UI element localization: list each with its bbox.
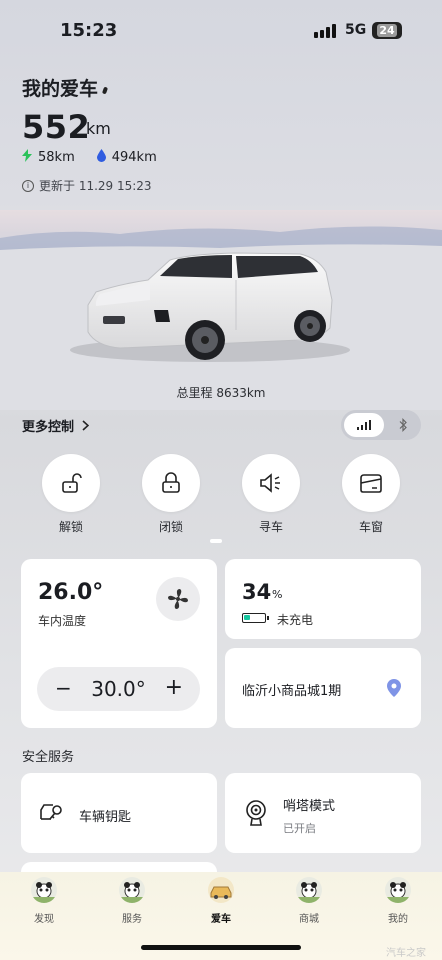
fuel-drop-icon — [96, 149, 106, 165]
unlock-button[interactable] — [42, 454, 100, 512]
battery-icon: 24 — [372, 22, 402, 39]
panda-avatar-icon — [31, 877, 57, 903]
car-image[interactable] — [0, 210, 442, 410]
tab-label: 我的 — [388, 914, 408, 925]
info-icon: i — [22, 179, 34, 192]
tab-my-car[interactable]: 爱车 — [191, 877, 251, 925]
lock-button[interactable] — [142, 454, 200, 512]
panda-avatar-icon — [385, 877, 411, 903]
tab-discover[interactable]: 发现 — [14, 877, 74, 925]
range-breakdown: 58km 494km — [22, 149, 157, 165]
more-controls-link[interactable]: 更多控制 — [22, 416, 90, 435]
network-type: 5G — [345, 22, 367, 38]
tab-profile[interactable]: 我的 — [368, 877, 428, 925]
unlock-icon — [62, 473, 82, 493]
bolt-icon — [22, 149, 32, 165]
cellular-icon[interactable] — [344, 413, 384, 437]
car-tab-icon — [208, 877, 234, 903]
signal-icon — [314, 24, 336, 38]
fuel-range: 494km — [111, 149, 157, 165]
tab-label: 服务 — [122, 914, 142, 925]
car-key-icon — [40, 804, 62, 820]
title-dot — [101, 86, 109, 95]
increase-temperature-button[interactable]: + — [165, 675, 183, 700]
tab-label: 商城 — [299, 914, 319, 925]
update-time: i 更新于 11.29 15:23 — [22, 177, 152, 194]
battery-fill — [244, 615, 250, 620]
find-car-button[interactable] — [242, 454, 300, 512]
page-title: 我的爱车 — [22, 78, 99, 100]
range-value: 552 — [22, 108, 91, 146]
battery-percent: 34 — [242, 580, 272, 604]
window-label: 车窗 — [358, 520, 383, 534]
panda-avatar-icon — [296, 877, 322, 903]
lock-icon — [162, 472, 180, 493]
fan-icon — [168, 589, 188, 609]
status-time: 15:23 — [60, 20, 118, 41]
unlock-label: 解锁 — [58, 520, 83, 534]
home-indicator[interactable] — [141, 945, 301, 950]
window-button[interactable] — [342, 454, 400, 512]
chevron-right-icon — [82, 420, 90, 431]
safety-section-title: 安全服务 — [22, 750, 75, 765]
window-icon — [360, 474, 382, 493]
panda-avatar-icon — [119, 877, 145, 903]
charging-status: 未充电 — [277, 613, 314, 627]
tab-label: 爱车 — [211, 914, 231, 925]
connection-toggle[interactable] — [341, 410, 421, 440]
electric-range: 58km — [38, 149, 75, 165]
fan-button[interactable] — [156, 577, 200, 621]
sentry-mode-status: 已开启 — [283, 822, 316, 835]
horn-icon — [260, 473, 280, 493]
range-unit: km — [86, 119, 111, 138]
cabin-temperature: 26.0° — [38, 580, 104, 605]
battery-percent-unit: % — [272, 588, 283, 601]
tab-service[interactable]: 服务 — [102, 877, 162, 925]
tab-label: 发现 — [34, 914, 54, 925]
temperature-stepper: − 30.0° + — [37, 667, 200, 711]
find-car-label: 寻车 — [258, 520, 283, 534]
more-controls-label: 更多控制 — [22, 420, 75, 435]
battery-level: 24 — [377, 24, 397, 37]
update-text: 更新于 11.29 15:23 — [39, 179, 152, 193]
car-key-label: 车辆钥匙 — [79, 810, 132, 825]
bluetooth-icon[interactable] — [389, 413, 417, 437]
tab-mall[interactable]: 商城 — [279, 877, 339, 925]
sentry-icon — [246, 800, 266, 826]
odometer: 总里程 8633km — [176, 386, 266, 400]
sentry-mode-label: 哨塔模式 — [283, 799, 336, 814]
location-name: 临沂小商品城1期 — [242, 684, 342, 699]
page-indicator — [210, 539, 222, 543]
location-pin-icon — [387, 679, 401, 697]
battery-level-icon — [242, 613, 269, 623]
battery-nub — [267, 616, 269, 620]
lock-label: 闭锁 — [158, 520, 183, 534]
watermark: 汽车之家 — [386, 948, 426, 959]
cabin-temperature-label: 车内温度 — [38, 614, 87, 628]
